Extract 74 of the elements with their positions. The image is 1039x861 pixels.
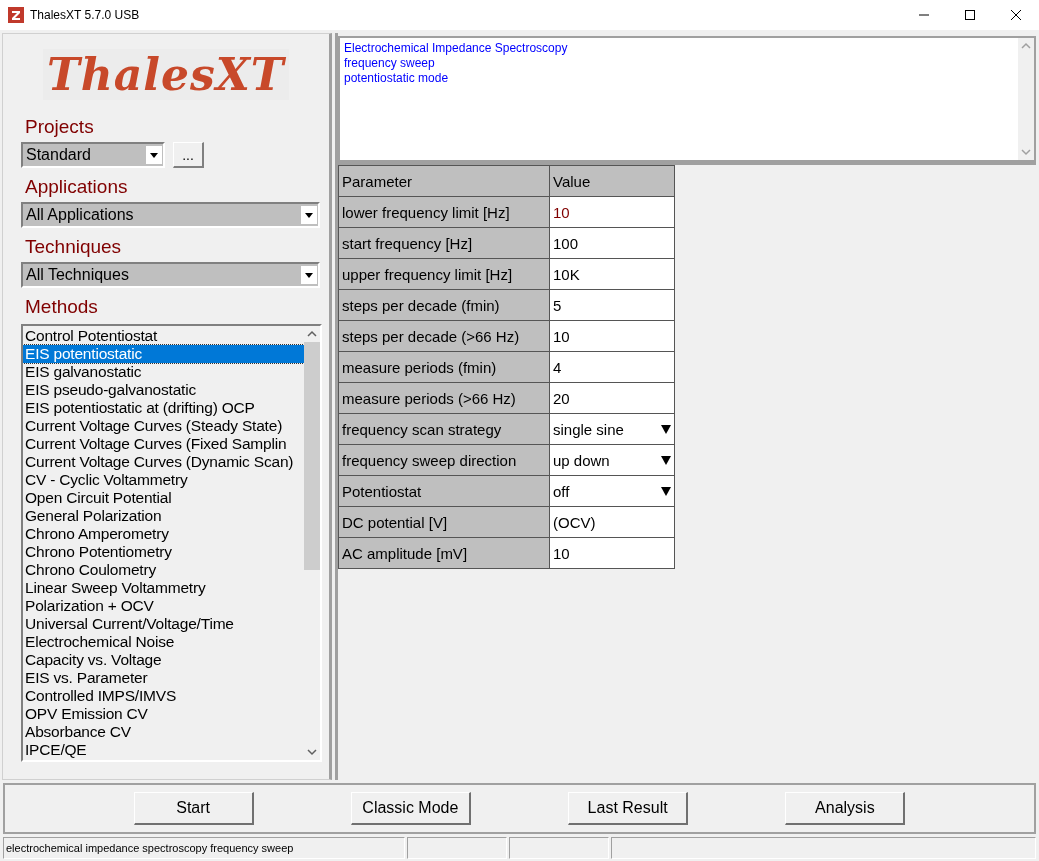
method-item[interactable]: EIS galvanostatic [23, 363, 304, 381]
parameter-name: measure periods (fmin) [338, 351, 550, 383]
value-field[interactable]: 10 [549, 196, 675, 228]
value-field[interactable]: (OCV) [549, 506, 675, 538]
value-dropdown[interactable]: single sine [549, 413, 675, 445]
description-text: Electrochemical Impedance Spectroscopy frequency sweep potentiostatic mode [343, 40, 569, 87]
app-icon [8, 7, 24, 23]
method-item[interactable]: Controlled IMPS/IMVS [23, 687, 304, 705]
section-heading: Techniques [25, 236, 123, 258]
value-field[interactable]: 4 [549, 351, 675, 383]
techniques-dropdown[interactable]: All Techniques [21, 262, 320, 288]
value-field[interactable]: 5 [549, 289, 675, 321]
method-item[interactable]: EIS potentiostatic [23, 345, 304, 363]
parameter-name: measure periods (>66 Hz) [338, 382, 550, 414]
scrollbar-thumb[interactable] [304, 342, 320, 570]
dropdown-arrow-icon[interactable] [661, 486, 671, 496]
method-item[interactable]: Polarization + OCV [23, 597, 304, 615]
maximize-icon[interactable] [965, 10, 975, 20]
value-field[interactable]: 20 [549, 382, 675, 414]
method-item[interactable]: Open Circuit Potential [23, 489, 304, 507]
parameter-name: upper frequency limit [Hz] [338, 258, 550, 290]
method-item[interactable]: EIS potentiostatic at (drifting) OCP [23, 399, 304, 417]
applications-dropdown[interactable]: All Applications [21, 202, 320, 228]
section-heading: Methods [25, 296, 99, 318]
parameter-name: steps per decade (>66 Hz) [338, 320, 550, 352]
method-item[interactable]: Universal Current/Voltage/Time [23, 615, 304, 633]
method-item[interactable]: EIS pseudo-galvanostatic [23, 381, 304, 399]
project-dropdown[interactable]: Standard [21, 142, 165, 168]
action-button[interactable]: Analysis [785, 792, 906, 825]
column-header: Value [549, 165, 675, 197]
value-dropdown[interactable]: off [549, 475, 675, 507]
value-field[interactable]: 10 [549, 537, 675, 569]
action-button[interactable]: Classic Mode [350, 792, 471, 825]
method-item[interactable]: General Polarization [23, 507, 304, 525]
parameter-name: steps per decade (fmin) [338, 289, 550, 321]
method-item[interactable]: Chrono Coulometry [23, 561, 304, 579]
logo: ThalesXT [43, 48, 289, 100]
window-title: ThalesXT 5.7.0 USB [30, 8, 141, 22]
section-heading: Applications [25, 176, 129, 198]
close-icon[interactable] [1011, 10, 1021, 20]
value-field[interactable]: 10K [549, 258, 675, 290]
value-field[interactable]: 100 [549, 227, 675, 259]
method-item[interactable]: Chrono Amperometry [23, 525, 304, 543]
action-button[interactable]: Start [133, 792, 254, 825]
method-item[interactable]: OPV Emission CV [23, 705, 304, 723]
method-item[interactable]: Current Voltage Curves (Fixed Samplin [23, 435, 304, 453]
section-heading: Projects [25, 116, 95, 138]
method-item[interactable]: CV - Cyclic Voltammetry [23, 471, 304, 489]
value-field[interactable]: 10 [549, 320, 675, 352]
method-item[interactable]: Control Potentiostat [23, 327, 304, 345]
parameter-name: Potentiostat [338, 475, 550, 507]
method-item[interactable]: Capacity vs. Voltage [23, 651, 304, 669]
parameter-name: start frequency [Hz] [338, 227, 550, 259]
browse-button[interactable]: ... [173, 142, 204, 168]
parameter-name: lower frequency limit [Hz] [338, 196, 550, 228]
action-button[interactable]: Last Result [568, 792, 689, 825]
status-text: electrochemical impedance spectroscopy frequency sweep [3, 837, 405, 859]
methods-list[interactable] [21, 324, 322, 762]
parameter-name: AC amplitude [mV] [338, 537, 550, 569]
method-item[interactable]: Current Voltage Curves (Steady State) [23, 417, 304, 435]
column-header: Parameter [338, 165, 550, 197]
method-item[interactable]: Absorbance CV [23, 723, 304, 741]
method-item[interactable]: Chrono Potentiometry [23, 543, 304, 561]
method-item[interactable]: Linear Sweep Voltammetry [23, 579, 304, 597]
value-dropdown[interactable]: up down [549, 444, 675, 476]
parameter-name: frequency sweep direction [338, 444, 550, 476]
method-item[interactable]: IPCE/QE [23, 741, 304, 759]
method-item[interactable]: Current Voltage Curves (Dynamic Scan) [23, 453, 304, 471]
method-item[interactable]: Electrochemical Noise [23, 633, 304, 651]
dropdown-arrow-icon[interactable] [661, 455, 671, 465]
parameter-name: frequency scan strategy [338, 413, 550, 445]
parameter-name: DC potential [V] [338, 506, 550, 538]
dropdown-arrow-icon[interactable] [661, 424, 671, 434]
method-item[interactable]: EIS vs. Parameter [23, 669, 304, 687]
